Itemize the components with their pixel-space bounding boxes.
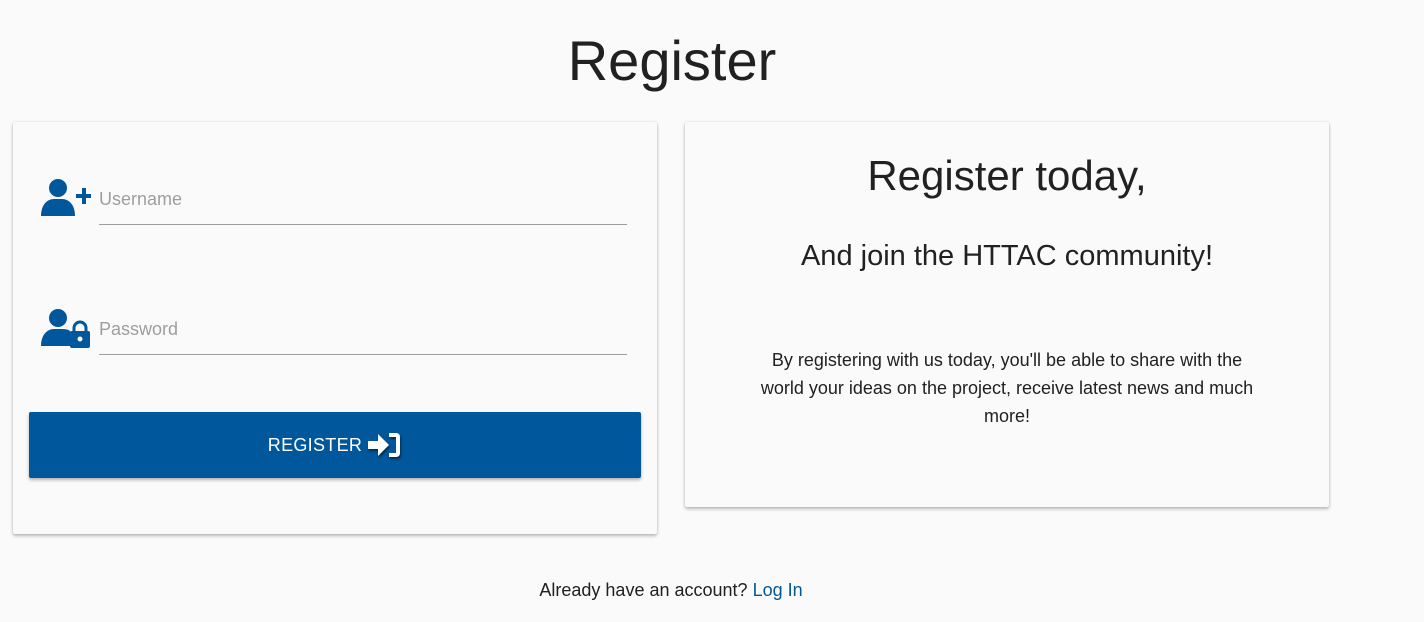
register-button[interactable]: REGISTER — [29, 412, 641, 478]
login-prompt-text: Already have an account? — [539, 580, 748, 600]
register-form-card: REGISTER — [13, 122, 657, 534]
login-prompt: Already have an account? Log In — [0, 580, 1342, 601]
info-subtitle: And join the HTTAC community! — [800, 240, 1214, 272]
user-plus-icon — [41, 178, 92, 218]
username-input[interactable] — [99, 182, 627, 225]
login-link[interactable]: Log In — [753, 580, 803, 600]
sign-in-icon — [368, 433, 401, 457]
user-lock-icon — [41, 308, 91, 348]
info-card: Register today, And join the HTTAC commu… — [685, 122, 1329, 507]
info-title: Register today, — [867, 152, 1147, 199]
page-title: Register — [567, 29, 777, 92]
register-button-label: REGISTER — [267, 434, 363, 455]
info-body: By registering with us today, you'll be … — [760, 350, 1254, 426]
password-input[interactable] — [99, 312, 627, 355]
password-field — [41, 302, 627, 362]
username-field — [41, 172, 627, 232]
